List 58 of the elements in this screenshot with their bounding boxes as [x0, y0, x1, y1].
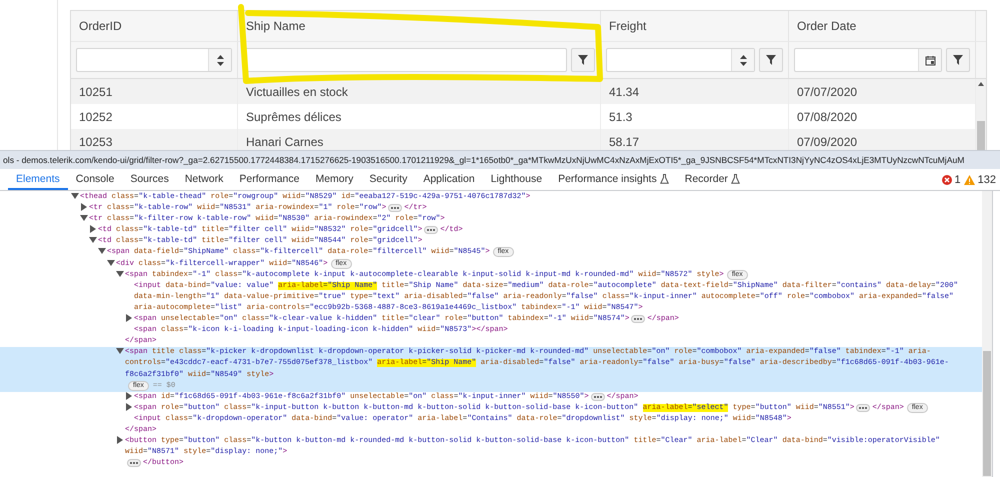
devtools-tab[interactable]: Console [68, 169, 122, 190]
devtools-tab[interactable]: Lighthouse [482, 169, 550, 190]
column-header[interactable]: OrderID [79, 19, 122, 33]
scroll-up-icon[interactable] [978, 82, 984, 86]
filter-icon [578, 55, 588, 65]
expanded-triangle-icon[interactable] [98, 247, 106, 256]
collapsed-triangle-icon[interactable] [125, 402, 133, 411]
column-header[interactable]: Order Date [797, 19, 856, 33]
expanded-triangle-icon[interactable] [71, 192, 79, 200]
collapsed-triangle-icon[interactable] [125, 392, 133, 400]
calendar-icon[interactable] [924, 54, 936, 66]
spinner-arrows-icon[interactable] [216, 54, 224, 66]
devtools-tab[interactable]: Network [176, 169, 232, 190]
error-count[interactable]: 1 [954, 174, 961, 186]
flask-icon [660, 174, 669, 184]
column-header[interactable]: Freight [609, 19, 646, 33]
filter-icon [953, 55, 963, 65]
collapsed-triangle-icon[interactable] [116, 436, 124, 444]
devtools-tab[interactable]: Sources [122, 169, 177, 190]
ellipsis-icon[interactable] [424, 226, 438, 234]
devtools-tab[interactable]: Application [415, 169, 483, 190]
table-cell: Victuailles en stock [238, 79, 601, 104]
filter-button[interactable] [571, 48, 595, 72]
ellipsis-icon[interactable] [388, 204, 402, 212]
filter-input-field[interactable] [606, 48, 755, 72]
expanded-triangle-icon[interactable] [107, 258, 115, 267]
filter-button[interactable] [759, 48, 783, 72]
collapsed-triangle-icon[interactable] [125, 314, 133, 322]
devtools-tab[interactable]: Recorder [676, 169, 748, 190]
collapsed-triangle-icon[interactable] [80, 203, 88, 212]
filter-input-field[interactable] [76, 48, 232, 72]
table-cell: 41.34 [601, 79, 789, 104]
collapsed-triangle-icon[interactable] [89, 225, 97, 234]
warning-count[interactable]: 132 [978, 174, 996, 186]
ellipsis-icon[interactable] [127, 459, 141, 468]
scrollbar[interactable] [976, 79, 986, 150]
table-cell: 10251 [71, 79, 238, 104]
expanded-triangle-icon[interactable] [116, 270, 124, 278]
devtools-tab[interactable]: Performance [231, 169, 308, 190]
expanded-triangle-icon[interactable] [89, 236, 97, 244]
ellipsis-icon[interactable] [856, 404, 870, 412]
devtools-tab[interactable]: Memory [307, 169, 362, 190]
ellipsis-icon[interactable] [631, 315, 646, 324]
devtools-tab[interactable]: Elements [8, 169, 68, 190]
spinner-arrows-icon[interactable] [740, 54, 746, 66]
ellipsis-icon[interactable] [590, 392, 605, 401]
scrollbar[interactable] [982, 191, 992, 477]
error-icon[interactable] [942, 174, 952, 184]
window-title: ols - demos.telerik.com/kendo-ui/grid/filter-row?_ga=2.62715500.1772448384.1715276625-1903516500.1701211929&_gl=1*165otb0*_ga*MTkwMzUxNjUwMC4xNzAxMjExOTI5*_ga_9JSNBCSF54*MTcxNTI3NjYyNC4zOS4xLjE3MTUyNzcwNTcuMjAuM [3, 155, 964, 165]
expanded-triangle-icon[interactable] [80, 214, 88, 222]
column-header[interactable]: Ship Name [246, 19, 306, 33]
expanded-triangle-icon[interactable] [116, 347, 124, 356]
devtools-tab[interactable]: Security [361, 169, 416, 190]
filter-icon [766, 55, 776, 65]
filter-button[interactable] [946, 48, 970, 72]
flask-icon [730, 174, 740, 184]
filter-input-field[interactable] [794, 48, 942, 72]
devtools-tab[interactable]: Performance insights [550, 169, 677, 190]
